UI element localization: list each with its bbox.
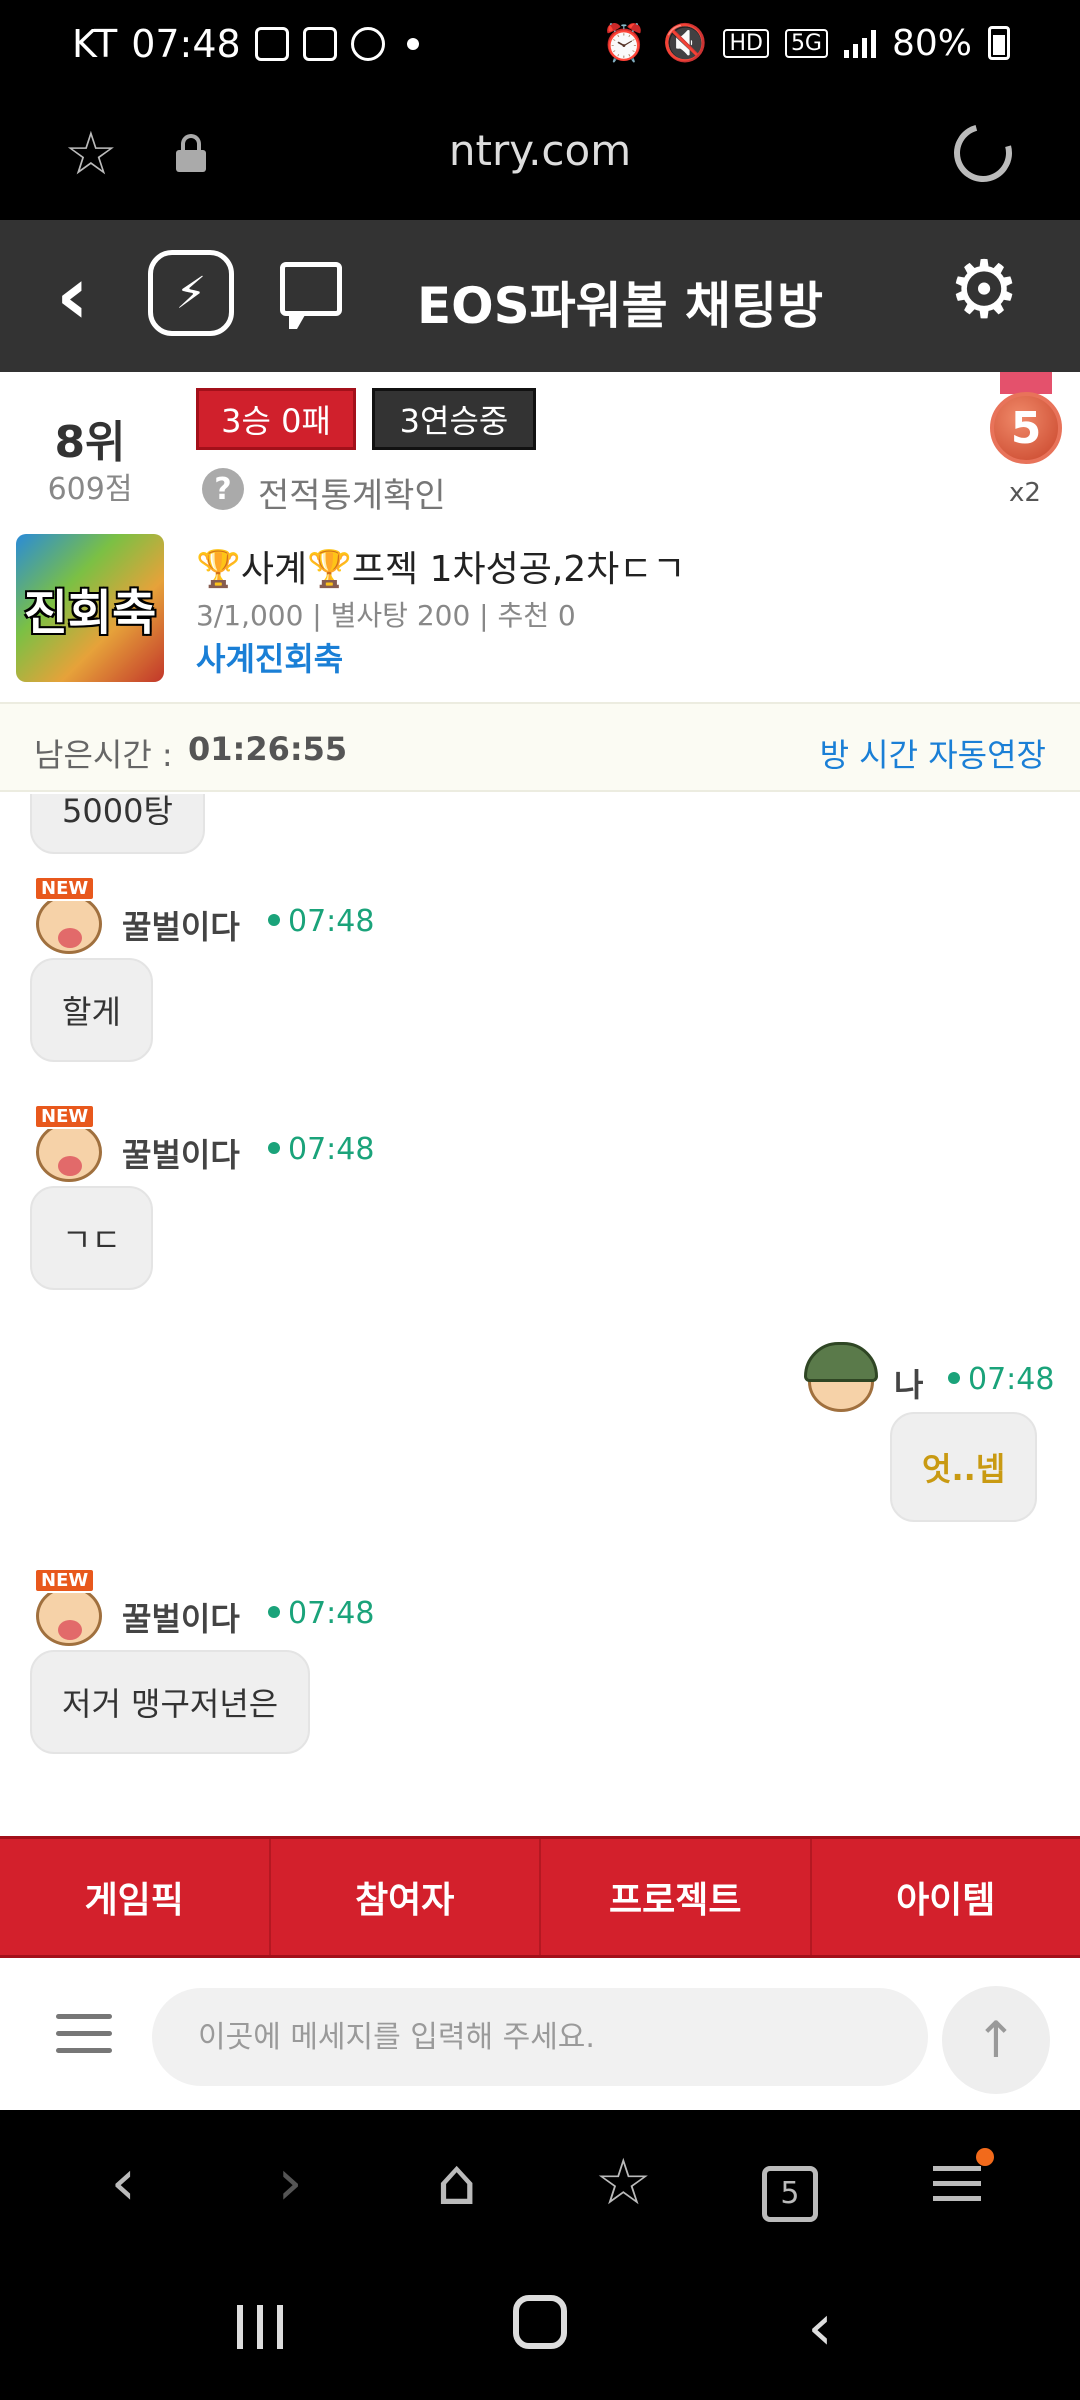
message-input[interactable] [152, 1988, 928, 2086]
tab-participants[interactable]: 참여자 [271, 1839, 541, 1955]
medal-ribbon [1000, 372, 1052, 394]
my-message-bubble: 엇..넵 [890, 1412, 1038, 1522]
tab-count: 5 [761, 2165, 818, 2222]
room-owner[interactable]: 사계진회축 [196, 634, 343, 680]
app-notification-icon [350, 27, 385, 61]
carrier-label: KT [72, 22, 118, 66]
timer-bar: 남은시간 : 01:26:55 방 시간 자동연장 [0, 702, 1080, 792]
page-title: EOS파워볼 채팅방 [416, 277, 824, 335]
url-text[interactable]: ntry.com [0, 126, 1080, 175]
medal-multiplier: x2 [1009, 478, 1041, 508]
signal-icon [843, 28, 876, 58]
stats-link[interactable]: 전적통계확인 [258, 468, 446, 517]
rank: 8위 [54, 417, 126, 468]
browser-menu-icon[interactable] [902, 2147, 1012, 2211]
notification-icon [254, 27, 289, 61]
notification-dot [975, 2147, 994, 2166]
bookmarks-icon[interactable]: ☆ [568, 2146, 678, 2220]
status-left: KT 07:48 [72, 22, 419, 66]
chat-bubble-icon[interactable] [280, 262, 342, 329]
message-time: 07:48 [268, 904, 374, 939]
gallery-icon [302, 27, 337, 61]
message-username[interactable]: 꿀벌이다 [122, 1594, 240, 1640]
message-bubble: ㄱㄷ [30, 1186, 153, 1290]
avatar[interactable]: NEW [30, 1568, 108, 1648]
main-content: 8위 609점 3승 0패 3연승중 ? 전적통계확인 5 x2 진회축 🏆사계… [0, 372, 1080, 2360]
record-badge: 3승 0패 [196, 388, 356, 450]
system-nav: ‹ [0, 2256, 1080, 2400]
streak-badge: 3연승중 [372, 388, 536, 450]
room-name: 🏆사계🏆프젝 1차성공,2차ㄷㄱ [196, 549, 686, 590]
message-bubble: 할게 [30, 958, 153, 1062]
room-thumbnail[interactable]: 진회축 [16, 534, 164, 682]
recent-apps-icon[interactable] [200, 2291, 320, 2365]
status-bar: KT 07:48 ⏰ 🔇 HD 5G 80% [0, 0, 1080, 96]
tab-project[interactable]: 프로젝트 [541, 1839, 812, 1955]
message-time: 07:48 [268, 1132, 374, 1167]
status-right: ⏰ 🔇 HD 5G 80% [602, 22, 1010, 64]
run-icon[interactable]: ⚡ [148, 250, 234, 336]
message-username[interactable]: 나 [894, 1360, 923, 1406]
message-username[interactable]: 꿀벌이다 [122, 902, 240, 948]
auto-extend-link[interactable]: 방 시간 자동연장 [820, 730, 1046, 776]
message-username[interactable]: 꿀벌이다 [122, 1130, 240, 1176]
browser-toolbar: ‹ › ⌂ ☆ 5 [0, 2110, 1080, 2256]
alarm-icon: ⏰ [601, 23, 647, 64]
menu-icon[interactable] [56, 2014, 112, 2054]
thumbnail-text: 진회축 [23, 585, 157, 641]
message-bubble: 5000탕 [30, 794, 205, 854]
tab-items[interactable]: 아이템 [812, 1839, 1080, 1955]
battery-percent: 80% [891, 22, 972, 64]
room-meta: 3/1,000 | 별사탕 200 | 추천 0 [196, 599, 576, 632]
battery-icon [988, 26, 1010, 60]
timer-value: 01:26:55 [188, 730, 348, 768]
system-back-icon[interactable]: ‹ [760, 2291, 880, 2365]
tabs-button[interactable]: 5 [735, 2145, 845, 2222]
medal-icon: 5 [990, 392, 1062, 464]
help-icon[interactable]: ? [202, 468, 244, 510]
network-icon: 5G [784, 28, 828, 58]
timer-label: 남은시간 : [34, 736, 173, 774]
browser-forward-icon[interactable]: › [235, 2146, 345, 2220]
tab-game-pick[interactable]: 게임픽 [0, 1839, 271, 1955]
home-icon[interactable]: ⌂ [402, 2146, 512, 2220]
gear-icon[interactable]: ⚙ [948, 250, 1020, 330]
app-header: ‹ ⚡ EOS파워볼 채팅방 ⚙ [0, 220, 1080, 372]
send-button[interactable]: ↑ [942, 1986, 1050, 2094]
bottom-tabs: 게임픽 참여자 프로젝트 아이템 [0, 1836, 1080, 1958]
rank-points: 609점 [47, 472, 133, 507]
home-button[interactable] [480, 2291, 600, 2365]
message-time: 07:48 [948, 1362, 1054, 1397]
clock: 07:48 [131, 22, 241, 66]
avatar[interactable]: NEW [30, 1104, 108, 1184]
browser-back-icon[interactable]: ‹ [68, 2146, 178, 2220]
mute-icon: 🔇 [662, 23, 708, 64]
hd-icon: HD [723, 28, 769, 58]
browser-address-bar: ☆ ntry.com [0, 96, 1080, 220]
message-composer: ↑ [0, 1958, 1080, 2110]
chat-log[interactable]: 5000탕 NEW 꿀벌이다 07:48 할게 NEW 꿀벌이다 07:48 ㄱ… [0, 794, 1080, 1794]
message-time: 07:48 [268, 1596, 374, 1631]
avatar[interactable]: NEW [30, 876, 108, 956]
avatar[interactable] [802, 1338, 880, 1414]
back-icon[interactable]: ‹ [56, 256, 89, 336]
message-bubble: 저거 맹구저년은 [30, 1650, 311, 1754]
more-notifications-icon [406, 38, 419, 50]
